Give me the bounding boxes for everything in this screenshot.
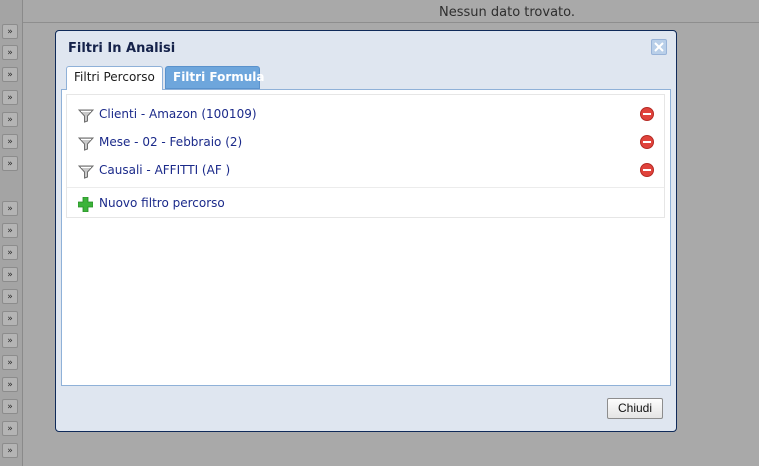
close-icon[interactable] <box>651 39 667 55</box>
filter-item-clienti: Clienti - Amazon (100109) <box>67 101 664 129</box>
funnel-icon <box>78 137 94 151</box>
remove-filter-icon[interactable] <box>640 135 654 149</box>
remove-filter-icon[interactable] <box>640 163 654 177</box>
row-expander-button[interactable]: » <box>2 112 18 127</box>
filter-item-causali: Causali - AFFITTI (AF ) <box>67 157 664 185</box>
row-expander-button[interactable]: » <box>2 333 18 348</box>
row-expander-button[interactable]: » <box>2 311 18 326</box>
row-expander-button[interactable]: » <box>2 443 18 458</box>
row-expander-button[interactable]: » <box>2 24 18 39</box>
row-expander-button[interactable]: » <box>2 267 18 282</box>
row-expander-button[interactable]: » <box>2 134 18 149</box>
filter-list: Clienti - Amazon (100109) Mese - 02 - Fe… <box>66 94 665 218</box>
row-expander-button[interactable]: » <box>2 223 18 238</box>
filter-label[interactable]: Causali - AFFITTI (AF ) <box>99 163 230 177</box>
filter-item-mese: Mese - 02 - Febbraio (2) <box>67 129 664 157</box>
row-expander-button[interactable]: » <box>2 399 18 414</box>
funnel-icon <box>78 109 94 123</box>
dialog-title: Filtri In Analisi <box>68 41 176 56</box>
tab-filtri-formula[interactable]: Filtri Formula <box>165 66 265 89</box>
row-expander-button[interactable]: » <box>2 377 18 392</box>
row-expander-button[interactable]: » <box>2 90 18 105</box>
remove-filter-icon[interactable] <box>640 107 654 121</box>
filters-dialog: Filtri In Analisi Filtri Percorso Filtri… <box>55 30 677 432</box>
tab-filtri-percorso[interactable]: Filtri Percorso <box>66 66 163 90</box>
add-filter-link[interactable]: Nuovo filtro percorso <box>99 196 225 210</box>
row-expander-button[interactable]: » <box>2 45 18 60</box>
row-expander-button[interactable]: » <box>2 156 18 171</box>
row-expander-button[interactable]: » <box>2 67 18 82</box>
funnel-icon <box>78 165 94 179</box>
background-header-row: Nessun dato trovato. <box>23 0 759 23</box>
add-filter-row[interactable]: Nuovo filtro percorso <box>67 187 664 218</box>
row-expander-button[interactable]: » <box>2 289 18 304</box>
row-expander-button[interactable]: » <box>2 201 18 216</box>
plus-icon <box>78 197 93 212</box>
row-expander-button[interactable]: » <box>2 245 18 260</box>
row-expander-button[interactable]: » <box>2 421 18 436</box>
row-expander-column: » » » » » » » » » » » » » » » » » » » <box>0 0 23 466</box>
no-data-message: Nessun dato trovato. <box>439 5 576 20</box>
filter-label[interactable]: Clienti - Amazon (100109) <box>99 107 257 121</box>
filter-label[interactable]: Mese - 02 - Febbraio (2) <box>99 135 242 149</box>
close-button[interactable]: Chiudi <box>607 398 663 419</box>
row-expander-button[interactable]: » <box>2 355 18 370</box>
tab-panel: Clienti - Amazon (100109) Mese - 02 - Fe… <box>61 89 671 386</box>
